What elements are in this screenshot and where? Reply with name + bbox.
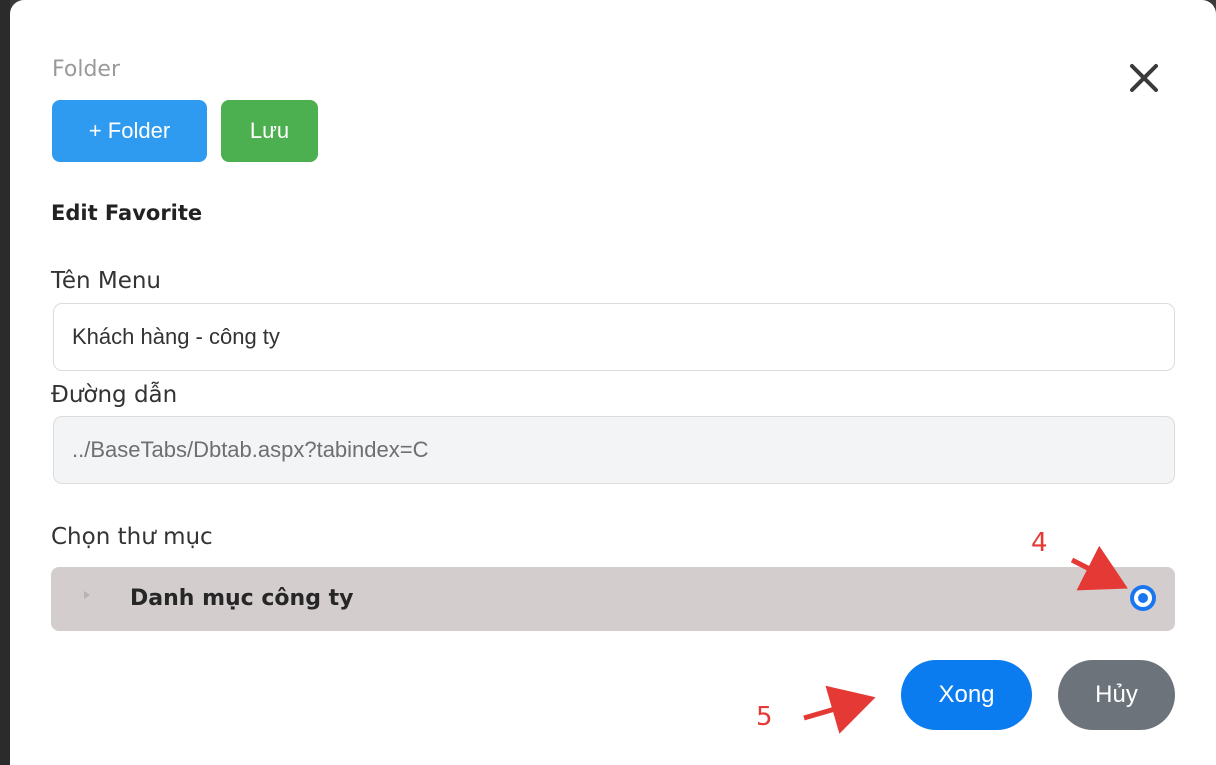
path-label: Đường dẫn [51, 382, 178, 408]
menu-name-input[interactable] [53, 303, 1175, 371]
annotation-step-5: 5 [756, 702, 773, 732]
background-edge [0, 0, 10, 765]
annotation-step-4: 4 [1031, 528, 1048, 558]
add-folder-button[interactable]: + Folder [52, 100, 207, 162]
choose-folder-label: Chọn thư mục [51, 524, 213, 550]
cancel-button[interactable]: Hủy [1058, 660, 1175, 730]
folder-heading: Folder [52, 57, 120, 82]
save-button[interactable]: Lưu [221, 100, 318, 162]
section-title: Edit Favorite [51, 201, 203, 225]
edit-favorite-modal: Folder + Folder Lưu Edit Favorite Tên Me… [10, 0, 1216, 765]
radio-selected-dot [1138, 593, 1148, 603]
done-button[interactable]: Xong [901, 660, 1032, 730]
folder-radio[interactable] [1130, 585, 1156, 611]
close-icon [1130, 64, 1158, 92]
folder-name: Danh mục công ty [130, 586, 354, 611]
expand-caret-icon[interactable] [84, 591, 90, 599]
path-input[interactable] [53, 416, 1175, 484]
folder-list-item[interactable]: Danh mục công ty [51, 567, 1175, 631]
menu-name-label: Tên Menu [51, 268, 162, 294]
close-button[interactable] [1122, 56, 1166, 100]
